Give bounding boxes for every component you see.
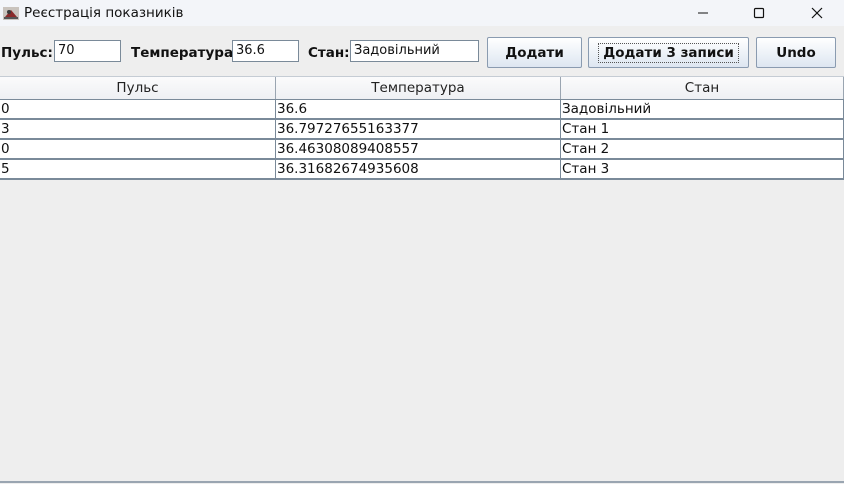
title-bar: Реєстрація показників (0, 0, 844, 26)
cell-temperature[interactable]: 36.46308089408557 (276, 140, 561, 158)
add-button[interactable]: Додати (487, 37, 582, 68)
state-label: Стан: (308, 45, 350, 61)
cell-pulse[interactable]: 3 (0, 120, 276, 138)
close-icon (811, 7, 823, 19)
cell-pulse[interactable]: 0 (0, 100, 276, 118)
cell-temperature[interactable]: 36.79727655163377 (276, 120, 561, 138)
add-button-label: Додати (505, 44, 564, 61)
add-three-records-button[interactable]: Додати 3 записи (588, 37, 749, 68)
column-header-temperature[interactable]: Температура (276, 77, 561, 99)
cell-pulse[interactable]: 5 (0, 160, 276, 178)
records-table: Пульс Температура Стан 0 36.6 Задовільни… (0, 76, 844, 180)
table-row[interactable]: 5 36.31682674935608 Стан 3 (0, 160, 844, 180)
maximize-icon (753, 7, 765, 19)
cell-state[interactable]: Стан 2 (561, 140, 844, 158)
undo-button-label: Undo (776, 44, 816, 61)
table-row[interactable]: 3 36.79727655163377 Стан 1 (0, 120, 844, 140)
close-button[interactable] (788, 0, 844, 26)
minimize-icon (698, 12, 708, 14)
cell-state[interactable]: Стан 1 (561, 120, 844, 138)
window-title: Реєстрація показників (24, 5, 184, 21)
table-header: Пульс Температура Стан (0, 76, 844, 100)
cell-temperature[interactable]: 36.31682674935608 (276, 160, 561, 178)
pulse-label: Пульс: (1, 45, 53, 61)
cell-pulse[interactable]: 0 (0, 140, 276, 158)
maximize-button[interactable] (730, 0, 788, 26)
pulse-input[interactable]: 70 (54, 40, 121, 62)
cell-state[interactable]: Стан 3 (561, 160, 844, 178)
add-three-records-label: Додати 3 записи (598, 42, 739, 63)
column-header-pulse[interactable]: Пульс (0, 77, 276, 99)
temperature-input[interactable]: 36.6 (232, 40, 299, 62)
state-input[interactable]: Задовільний (350, 40, 479, 62)
column-header-state[interactable]: Стан (561, 77, 844, 99)
minimize-button[interactable] (674, 0, 732, 26)
table-row[interactable]: 0 36.6 Задовільний (0, 100, 844, 120)
java-app-icon (2, 4, 20, 22)
cell-temperature[interactable]: 36.6 (276, 100, 561, 118)
temperature-label: Температура: (131, 45, 239, 61)
window-bottom-border (0, 481, 844, 483)
undo-button[interactable]: Undo (756, 37, 836, 68)
table-row[interactable]: 0 36.46308089408557 Стан 2 (0, 140, 844, 160)
cell-state[interactable]: Задовільний (561, 100, 844, 118)
